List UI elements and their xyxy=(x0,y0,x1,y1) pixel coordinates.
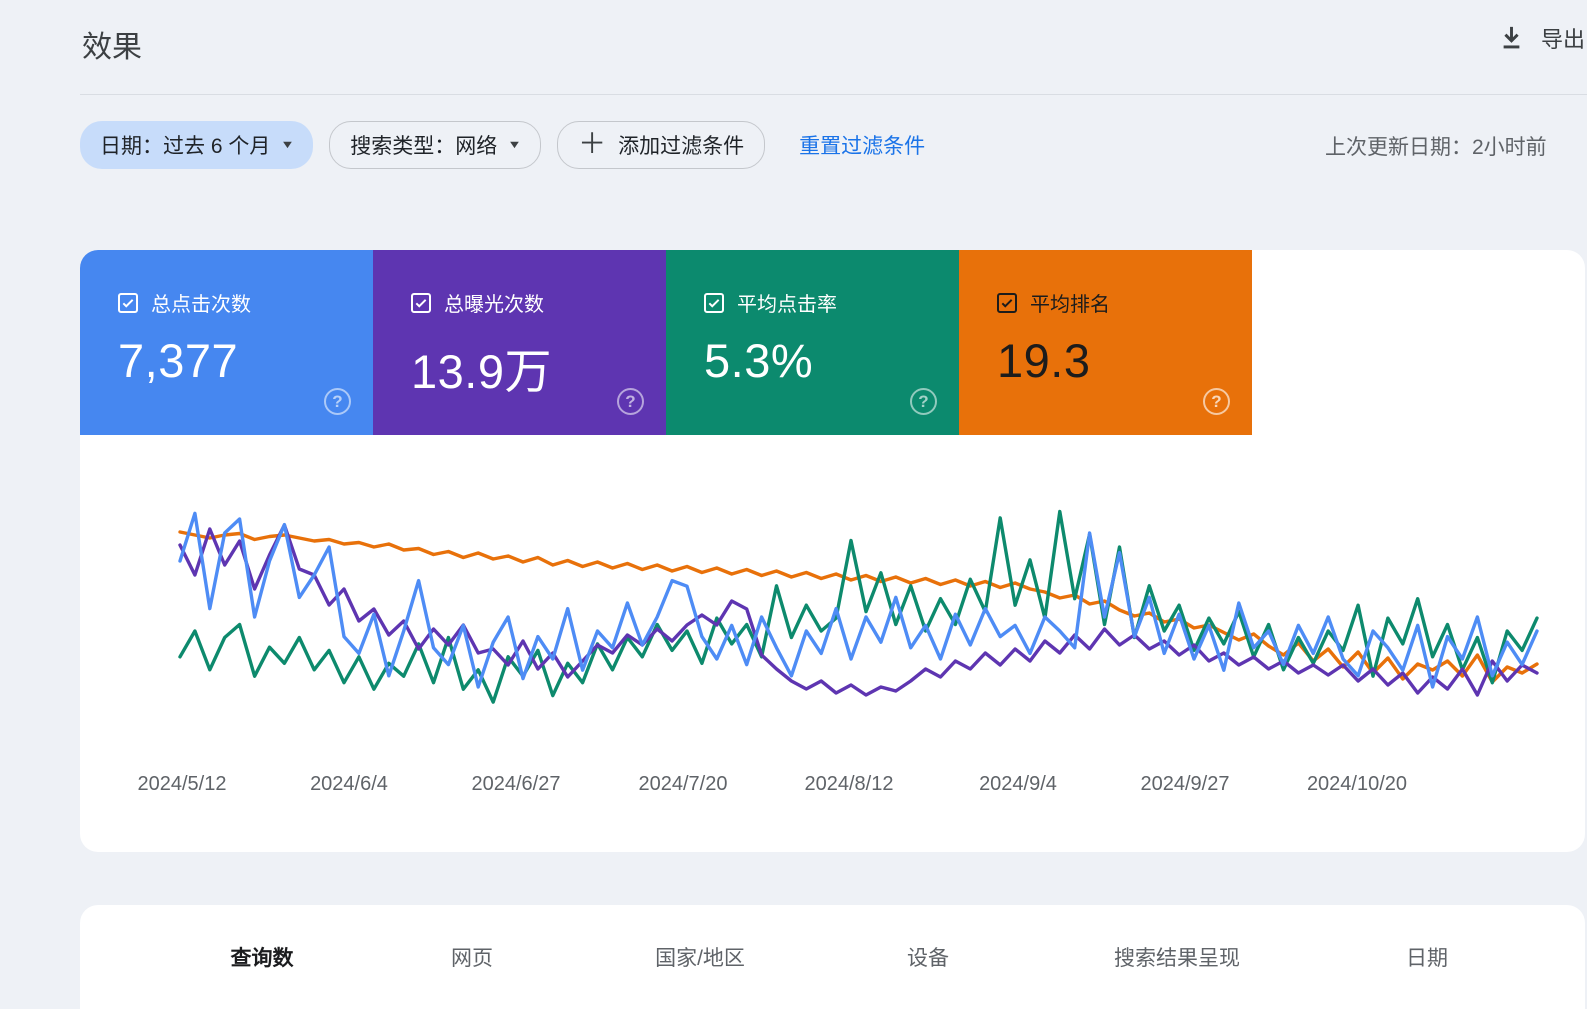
date-filter-label: 日期：过去 6 个月 xyxy=(100,135,271,158)
checkbox-checked-icon[interactable] xyxy=(411,292,431,313)
download-icon xyxy=(1503,26,1520,48)
dimension-tabs-card: 查询数 网页 国家/地区 设备 搜索结果呈现 日期 xyxy=(80,905,1585,1009)
checkbox-checked-icon[interactable] xyxy=(118,292,138,313)
search-type-filter-chip[interactable]: 搜索类型：网络 ▼ xyxy=(329,121,542,169)
help-icon[interactable]: ? xyxy=(324,388,351,415)
tab-dates[interactable]: 日期 xyxy=(1327,905,1527,1009)
chevron-down-icon: ▼ xyxy=(507,139,523,151)
x-axis-tick-label: 2024/6/4 xyxy=(310,773,388,795)
export-label: 导出 xyxy=(1541,27,1586,52)
search-type-filter-label: 搜索类型：网络 xyxy=(350,135,498,158)
metric-label: 总点击次数 xyxy=(151,294,251,316)
tab-pages[interactable]: 网页 xyxy=(372,905,572,1009)
x-axis-tick-label: 2024/9/27 xyxy=(1140,773,1230,795)
chevron-down-icon: ▼ xyxy=(280,139,296,151)
metric-value: 19.3 xyxy=(997,334,1091,387)
help-icon[interactable]: ? xyxy=(910,388,937,415)
x-axis-tick-label: 2024/10/20 xyxy=(1306,773,1408,795)
help-icon[interactable]: ? xyxy=(617,388,644,415)
metric-card-position[interactable]: 平均排名 19.3 ? xyxy=(959,250,1252,435)
metric-card-ctr[interactable]: 平均点击率 5.3% ? xyxy=(666,250,959,435)
checkbox-checked-icon[interactable] xyxy=(997,292,1017,313)
header-divider xyxy=(80,94,1587,95)
add-filter-chip[interactable]: ＋ 添加过滤条件 xyxy=(557,121,766,169)
performance-page: { "page": { "title": "效果", "export_label… xyxy=(0,0,1587,1009)
add-filter-label: 添加过滤条件 xyxy=(618,135,745,158)
reset-filters-link[interactable]: 重置过滤条件 xyxy=(799,130,925,160)
metric-value: 7,377 xyxy=(118,334,239,387)
last-updated-text: 上次更新日期：2小时前 xyxy=(1325,136,1547,159)
metric-label: 平均排名 xyxy=(1030,294,1110,316)
metric-card-clicks[interactable]: 总点击次数 7,377 ? xyxy=(80,250,373,435)
x-axis-tick-label: 2024/7/20 xyxy=(638,773,728,795)
tab-search-appearance[interactable]: 搜索结果呈现 xyxy=(1077,905,1277,1009)
metric-label: 平均点击率 xyxy=(737,294,837,316)
x-axis-tick-label: 2024/8/12 xyxy=(804,773,894,795)
metric-value: 5.3% xyxy=(704,334,814,387)
x-axis-tick-label: 2024/6/27 xyxy=(471,773,561,795)
x-axis-tick-label: 2024/9/4 xyxy=(979,773,1057,795)
x-axis-tick-label: 2024/5/12 xyxy=(137,773,227,795)
chart-line-clicks_per_day xyxy=(178,511,1539,689)
tab-queries[interactable]: 查询数 xyxy=(162,905,362,1009)
page-title: 效果 xyxy=(82,31,142,64)
checkbox-checked-icon[interactable] xyxy=(704,292,724,313)
performance-chart xyxy=(178,509,1539,704)
chart-x-axis: 2024/5/12 2024/6/4 2024/6/27 2024/7/20 2024/… xyxy=(80,773,1585,803)
plus-icon: ＋ xyxy=(578,127,607,159)
export-button[interactable]: 导出 xyxy=(1498,22,1585,54)
metric-card-impressions[interactable]: 总曝光次数 13.9万 ? xyxy=(373,250,666,435)
metric-label: 总曝光次数 xyxy=(444,294,544,316)
tab-devices[interactable]: 设备 xyxy=(828,905,1028,1009)
tab-countries[interactable]: 国家/地区 xyxy=(600,905,800,1009)
performance-card: 总点击次数 7,377 ? 总曝光次数 13.9万 ? 平均点击率 5.3% ?… xyxy=(80,250,1585,852)
filter-bar: 日期：过去 6 个月 ▼ 搜索类型：网络 ▼ ＋ 添加过滤条件 重置过滤条件 xyxy=(80,121,925,169)
metric-cards-row: 总点击次数 7,377 ? 总曝光次数 13.9万 ? 平均点击率 5.3% ?… xyxy=(80,250,1252,435)
help-icon[interactable]: ? xyxy=(1203,388,1230,415)
date-filter-chip[interactable]: 日期：过去 6 个月 ▼ xyxy=(80,121,314,169)
